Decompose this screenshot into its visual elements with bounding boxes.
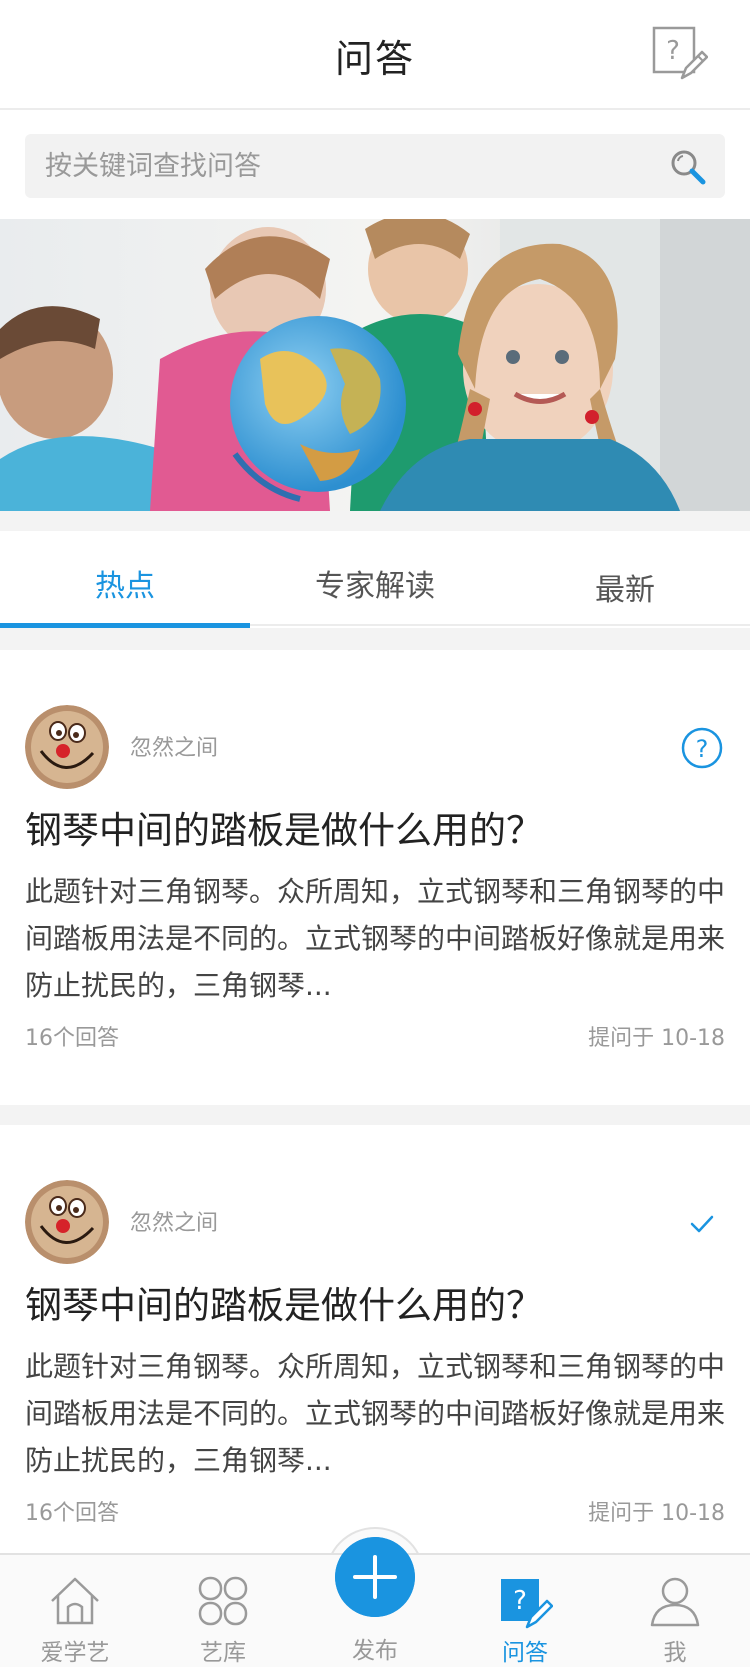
question-edit-icon: ? xyxy=(501,1579,553,1629)
user-icon xyxy=(650,1577,700,1627)
svg-text:?: ? xyxy=(696,735,709,763)
publish-button[interactable] xyxy=(335,1537,415,1617)
question-card[interactable]: 忽然之间 ? 钢琴中间的踏板是做什么用的？ 此题针对三角钢琴。众所周知，立式钢琴… xyxy=(0,650,750,1105)
nav-item-home[interactable]: 爱学艺 xyxy=(15,1555,135,1667)
banner-image[interactable] xyxy=(0,219,750,511)
check-icon xyxy=(690,1215,714,1233)
question-excerpt[interactable]: 此题针对三角钢琴。众所周知，立式钢琴和三角钢琴的中间踏板用法是不同的。立式钢琴的… xyxy=(25,868,730,1009)
clover-icon xyxy=(198,1576,248,1626)
tab-expert[interactable]: 专家解读 xyxy=(250,531,500,626)
nav-label: 我 xyxy=(663,1640,687,1666)
publish-label: 发布 xyxy=(352,1638,398,1664)
search-icon[interactable] xyxy=(669,148,707,186)
nav-label: 爱学艺 xyxy=(40,1640,110,1666)
nav-label: 艺库 xyxy=(200,1640,246,1666)
tab-label: 最新 xyxy=(595,573,655,608)
top-header: 问答 ? xyxy=(0,0,750,110)
question-circle-icon: ? xyxy=(681,727,723,769)
answer-count: 16个回答 xyxy=(25,1501,119,1526)
search-bar xyxy=(25,134,725,198)
nav-label: 问答 xyxy=(502,1640,548,1666)
category-tabs: 热点 专家解读 最新 xyxy=(0,531,750,628)
tab-label: 专家解读 xyxy=(315,569,435,604)
question-time: 提问于 10-18 xyxy=(588,1026,725,1051)
tab-latest[interactable]: 最新 xyxy=(500,531,750,626)
home-icon xyxy=(51,1577,99,1625)
avatar[interactable] xyxy=(25,1180,109,1264)
section-divider xyxy=(0,1105,750,1125)
avatar[interactable] xyxy=(25,705,109,789)
question-title[interactable]: 钢琴中间的踏板是做什么用的？ xyxy=(25,800,543,854)
question-time: 提问于 10-18 xyxy=(588,1501,725,1526)
author-name[interactable]: 忽然之间 xyxy=(130,730,218,762)
question-excerpt[interactable]: 此题针对三角钢琴。众所周知，立式钢琴和三角钢琴的中间踏板用法是不同的。立式钢琴的… xyxy=(25,1343,730,1484)
tab-hot[interactable]: 热点 xyxy=(0,531,250,628)
nav-item-library[interactable]: 艺库 xyxy=(163,1555,283,1667)
answer-count: 16个回答 xyxy=(25,1026,119,1051)
svg-text:?: ? xyxy=(666,36,680,66)
page-title: 问答 xyxy=(334,37,415,81)
question-card[interactable]: 忽然之间 钢琴中间的踏板是做什么用的？ 此题针对三角钢琴。众所周知，立式钢琴和三… xyxy=(0,1125,750,1553)
nav-item-qa[interactable]: ? 问答 xyxy=(465,1555,585,1667)
question-title[interactable]: 钢琴中间的踏板是做什么用的？ xyxy=(25,1275,543,1329)
nav-item-me[interactable]: 我 xyxy=(615,1555,735,1667)
section-divider xyxy=(0,628,750,650)
question-edit-icon[interactable]: ? xyxy=(652,26,708,82)
author-name[interactable]: 忽然之间 xyxy=(130,1205,218,1237)
search-input[interactable] xyxy=(45,134,655,198)
svg-text:?: ? xyxy=(513,1586,527,1616)
tab-label: 热点 xyxy=(95,569,155,604)
section-divider xyxy=(0,511,750,531)
